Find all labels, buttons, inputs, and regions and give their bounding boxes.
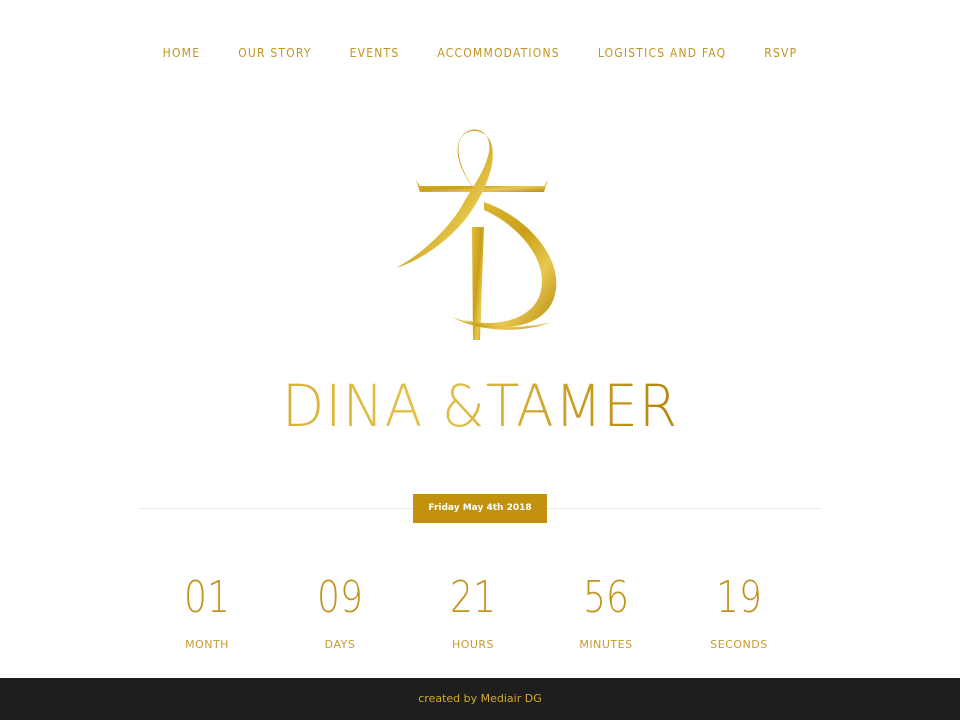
countdown-label: SECONDS [710,638,768,651]
nav-our-story[interactable]: OUR STORY [238,46,311,66]
countdown: 01 MONTH 09 DAYS 21 HOURS 56 MINUTES 19 … [0,570,960,660]
nav-logistics-faq[interactable]: LOGISTICS AND FAQ [598,46,726,66]
countdown-value: 01 [184,572,230,623]
countdown-minutes: 56 MINUTES [546,570,666,651]
footer-credit: created by Mediair DG [418,692,542,705]
countdown-value: 56 [583,572,629,623]
main-nav: HOME OUR STORY EVENTS ACCOMMODATIONS LOG… [0,46,960,66]
countdown-hours: 21 HOURS [413,570,533,651]
countdown-label: MINUTES [579,638,633,651]
countdown-days: 09 DAYS [280,570,400,651]
countdown-value: 21 [450,572,496,623]
countdown-label: DAYS [324,638,356,651]
dt-monogram-icon [380,122,580,352]
countdown-seconds: 19 SECONDS [679,570,799,651]
nav-home[interactable]: HOME [163,46,201,66]
couple-name: DINA &TAMER [24,372,936,440]
countdown-label: MONTH [185,638,229,651]
nav-accommodations[interactable]: ACCOMMODATIONS [437,46,559,66]
countdown-month: 01 MONTH [147,570,267,651]
countdown-value: 19 [716,572,762,623]
countdown-label: HOURS [451,638,495,651]
nav-rsvp[interactable]: RSVP [764,46,797,66]
nav-events[interactable]: EVENTS [350,46,400,66]
countdown-value: 09 [317,572,363,623]
footer: created by Mediair DG [0,678,960,720]
date-badge: Friday May 4th 2018 [413,494,547,523]
